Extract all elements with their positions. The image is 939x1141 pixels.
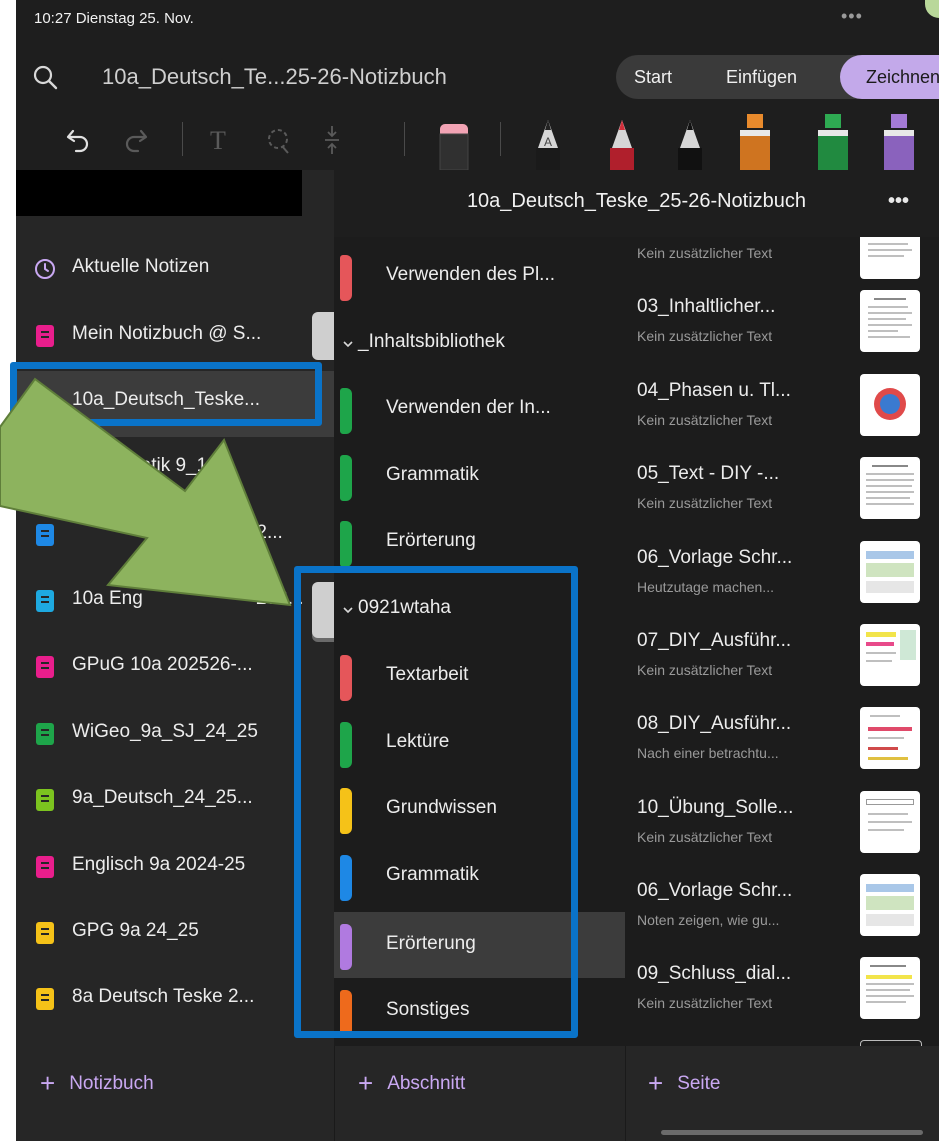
annotation-arrow	[0, 377, 292, 607]
